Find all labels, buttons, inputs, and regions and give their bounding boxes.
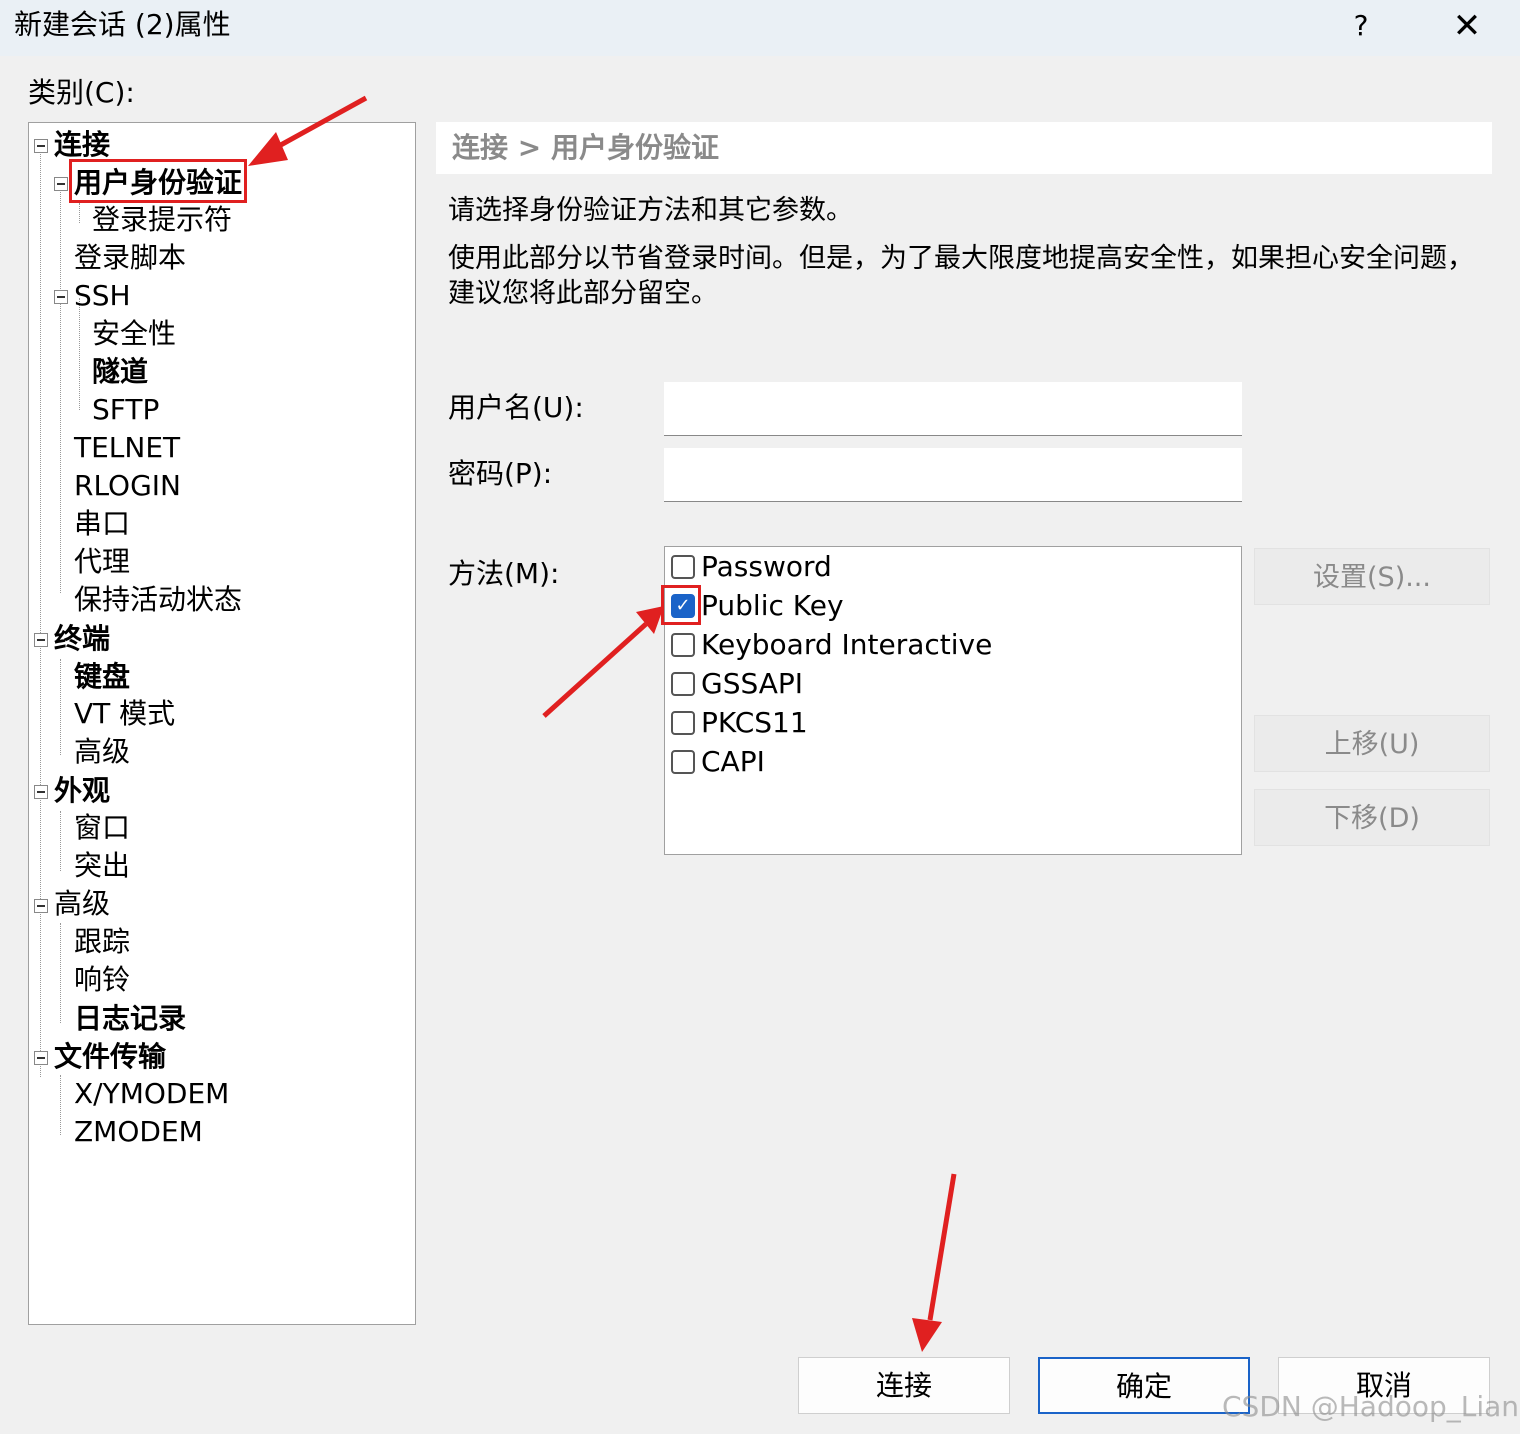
tree-item-login-script[interactable]: 登录脚本	[74, 240, 186, 276]
checkbox[interactable]	[671, 672, 695, 696]
username-label: 用户名(U):	[448, 391, 584, 424]
method-label: Password	[701, 550, 832, 583]
checkbox[interactable]	[671, 750, 695, 774]
checkbox[interactable]	[671, 555, 695, 579]
arrow-to-connect	[912, 1173, 957, 1352]
collapse-icon[interactable]	[34, 139, 48, 153]
tree-item-advanced[interactable]: 高级	[54, 886, 110, 922]
collapse-icon[interactable]	[54, 290, 68, 304]
tree-item-keepalive[interactable]: 保持活动状态	[74, 582, 242, 618]
breadcrumb: 连接 > 用户身份验证	[452, 131, 719, 164]
tree-connector	[60, 183, 61, 593]
category-tree[interactable]: 连接 用户身份验证 登录提示符 登录脚本 SSH 安全性 隧道 SFTP TEL…	[28, 122, 416, 1325]
tree-item-terminal[interactable]: 终端	[54, 621, 110, 657]
category-label: 类别(C):	[28, 76, 135, 109]
tree-item-terminal-advanced[interactable]: 高级	[74, 734, 130, 770]
tree-item-trace[interactable]: 跟踪	[74, 924, 130, 960]
tree-item-rlogin[interactable]: RLOGIN	[74, 468, 181, 504]
tree-item-window[interactable]: 窗口	[74, 810, 130, 846]
collapse-icon[interactable]	[34, 633, 48, 647]
tree-item-vt-mode[interactable]: VT 模式	[74, 696, 175, 732]
description-line-3: 建议您将此部分留空。	[448, 278, 718, 309]
username-field[interactable]	[664, 382, 1242, 436]
ok-button[interactable]: 确定	[1038, 1357, 1250, 1414]
tree-item-proxy[interactable]: 代理	[74, 544, 130, 580]
description-line-2: 使用此部分以节省登录时间。但是，为了最大限度地提高安全性，如果担心安全问题，	[448, 243, 1474, 274]
tree-connector	[60, 1075, 61, 1135]
tree-connector	[60, 659, 61, 755]
move-down-button[interactable]: 下移(D)	[1254, 789, 1490, 846]
collapse-icon[interactable]	[34, 785, 48, 799]
tree-item-zmodem[interactable]: ZMODEM	[74, 1114, 203, 1150]
password-label: 密码(P):	[448, 457, 553, 490]
title-bar: 新建会话 (2)属性 ? ✕	[0, 0, 1520, 56]
settings-button[interactable]: 设置(S)...	[1254, 548, 1490, 605]
tree-item-logging[interactable]: 日志记录	[74, 1001, 186, 1037]
auth-method-list[interactable]: Password ✓ Public Key Keyboard Interacti…	[661, 546, 1242, 855]
tree-item-serial[interactable]: 串口	[74, 506, 130, 542]
method-label: 方法(M):	[448, 557, 560, 590]
checkbox[interactable]	[671, 633, 695, 657]
tree-item-login-prompts[interactable]: 登录提示符	[92, 202, 232, 238]
watermark: CSDN @Hadoop_Liang	[1222, 1390, 1520, 1423]
tree-connector	[60, 923, 61, 1023]
breadcrumb-bar: 连接 > 用户身份验证	[436, 122, 1492, 174]
annotation-highlight-box	[661, 585, 701, 625]
tree-item-highlight[interactable]: 突出	[74, 848, 130, 884]
arrow-to-public-key	[542, 606, 664, 718]
tree-item-tunnel[interactable]: 隧道	[92, 354, 148, 390]
move-up-button[interactable]: 上移(U)	[1254, 715, 1490, 772]
description-line-1: 请选择身份验证方法和其它参数。	[448, 195, 853, 226]
collapse-icon[interactable]	[34, 1051, 48, 1065]
tree-item-ssh[interactable]: SSH	[74, 278, 131, 314]
method-label: Keyboard Interactive	[701, 628, 993, 661]
method-label: Public Key	[701, 589, 844, 622]
tree-connector	[40, 145, 41, 1077]
close-button[interactable]: ✕	[1432, 4, 1502, 48]
method-label: GSSAPI	[701, 667, 804, 700]
tree-item-appearance[interactable]: 外观	[54, 773, 110, 809]
tree-item-file-transfer[interactable]: 文件传输	[54, 1039, 166, 1075]
annotation-highlight-box	[69, 159, 247, 203]
window-title: 新建会话 (2)属性	[14, 8, 231, 41]
tree-item-sftp[interactable]: SFTP	[92, 392, 159, 428]
connect-button[interactable]: 连接	[798, 1357, 1010, 1414]
help-button[interactable]: ?	[1326, 4, 1396, 48]
tree-item-xymodem[interactable]: X/YMODEM	[74, 1076, 229, 1112]
tree-item-bell[interactable]: 响铃	[74, 962, 130, 998]
collapse-icon[interactable]	[54, 177, 68, 191]
method-label: CAPI	[701, 745, 765, 778]
password-field[interactable]	[664, 448, 1242, 502]
method-label: PKCS11	[701, 706, 808, 739]
tree-connector	[60, 811, 61, 871]
tree-item-security[interactable]: 安全性	[92, 316, 176, 352]
collapse-icon[interactable]	[34, 899, 48, 913]
checkbox[interactable]	[671, 711, 695, 735]
tree-connector	[79, 298, 80, 410]
tree-item-connection[interactable]: 连接	[54, 127, 110, 163]
tree-connector	[79, 203, 80, 223]
tree-item-telnet[interactable]: TELNET	[74, 430, 180, 466]
tree-item-keyboard[interactable]: 键盘	[74, 659, 130, 695]
